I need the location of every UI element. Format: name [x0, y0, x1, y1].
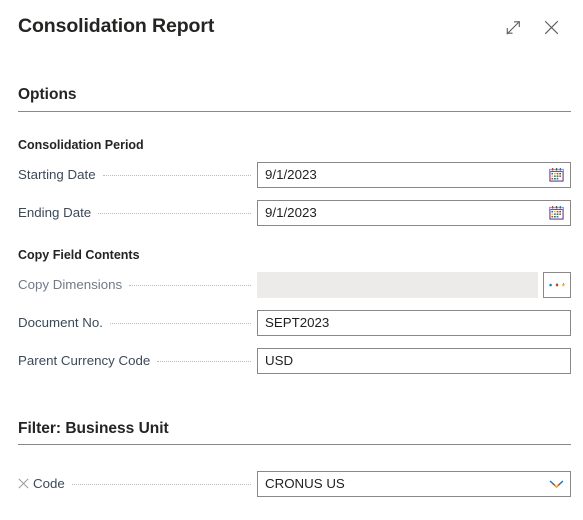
starting-date-label-wrap: Starting Date — [18, 167, 257, 183]
copy-dimensions-control — [257, 271, 571, 298]
dialog-titlebar: Consolidation Report — [0, 0, 583, 54]
copy-dimensions-label: Copy Dimensions — [18, 276, 123, 292]
ellipsis-icon[interactable] — [543, 271, 571, 298]
document-no-control: SEPT2023 — [257, 309, 571, 336]
document-no-value: SEPT2023 — [265, 314, 330, 330]
code-filter-value: CRONUS US — [265, 476, 345, 492]
options-section-header: Options — [18, 86, 77, 103]
field-row-starting-date: Starting Date 9/1/2023 — [18, 161, 571, 188]
filter-section-divider — [18, 444, 571, 446]
field-row-document-no: Document No. SEPT2023 — [18, 309, 571, 336]
leader-dots — [98, 212, 251, 214]
field-row-copy-dimensions: Copy Dimensions — [18, 271, 571, 298]
copy-dimensions-label-wrap: Copy Dimensions — [18, 277, 257, 293]
expand-diagonal-icon[interactable] — [497, 11, 529, 43]
field-row-code-filter: Code CRONUS US — [18, 471, 571, 498]
code-filter-control: CRONUS US — [257, 471, 571, 498]
document-no-input[interactable]: SEPT2023 — [257, 309, 571, 336]
ending-date-value: 9/1/2023 — [265, 204, 317, 220]
consolidation-period-heading: Consolidation Period — [18, 137, 144, 152]
code-filter-label-wrap: Code — [18, 476, 257, 492]
ending-date-control: 9/1/2023 — [257, 199, 571, 226]
parent-currency-code-input[interactable]: USD — [257, 347, 571, 374]
leader-dots — [110, 322, 251, 324]
leader-dots — [102, 174, 251, 176]
starting-date-input[interactable]: 9/1/2023 — [257, 161, 571, 188]
starting-date-value: 9/1/2023 — [265, 166, 317, 182]
filter-business-unit-section: Filter: Business Unit Code CRONUS US — [0, 420, 583, 498]
titlebar-actions — [497, 11, 567, 43]
chevron-down-icon[interactable] — [549, 478, 564, 490]
parent-currency-code-label-wrap: Parent Currency Code — [18, 353, 257, 369]
options-section-divider — [18, 110, 571, 112]
leader-dots — [157, 360, 251, 362]
filter-section-header: Filter: Business Unit — [18, 419, 169, 437]
calendar-icon[interactable] — [549, 167, 564, 182]
ending-date-label-wrap: Ending Date — [18, 205, 257, 221]
field-row-ending-date: Ending Date 9/1/2023 — [18, 199, 571, 226]
copy-field-contents-heading: Copy Field Contents — [18, 247, 140, 262]
field-row-parent-currency-code: Parent Currency Code USD — [18, 347, 571, 374]
parent-currency-code-control: USD — [257, 347, 571, 374]
copy-dimensions-input[interactable] — [257, 271, 538, 298]
document-no-label: Document No. — [18, 314, 103, 330]
close-icon[interactable] — [535, 11, 567, 43]
code-filter-dropdown[interactable]: CRONUS US — [257, 471, 571, 498]
leader-dots — [129, 284, 251, 286]
starting-date-control: 9/1/2023 — [257, 161, 571, 188]
options-section: Options Consolidation Period Starting Da… — [0, 86, 583, 374]
document-no-label-wrap: Document No. — [18, 315, 257, 331]
parent-currency-code-value: USD — [265, 352, 294, 368]
remove-filter-x-icon[interactable] — [18, 478, 29, 489]
starting-date-label: Starting Date — [18, 166, 96, 182]
ending-date-label: Ending Date — [18, 204, 92, 220]
ending-date-input[interactable]: 9/1/2023 — [257, 199, 571, 226]
code-filter-label: Code — [33, 476, 65, 492]
calendar-icon[interactable] — [549, 205, 564, 220]
leader-dots — [71, 483, 251, 486]
page-title: Consolidation Report — [18, 15, 215, 38]
parent-currency-code-label: Parent Currency Code — [18, 352, 151, 368]
